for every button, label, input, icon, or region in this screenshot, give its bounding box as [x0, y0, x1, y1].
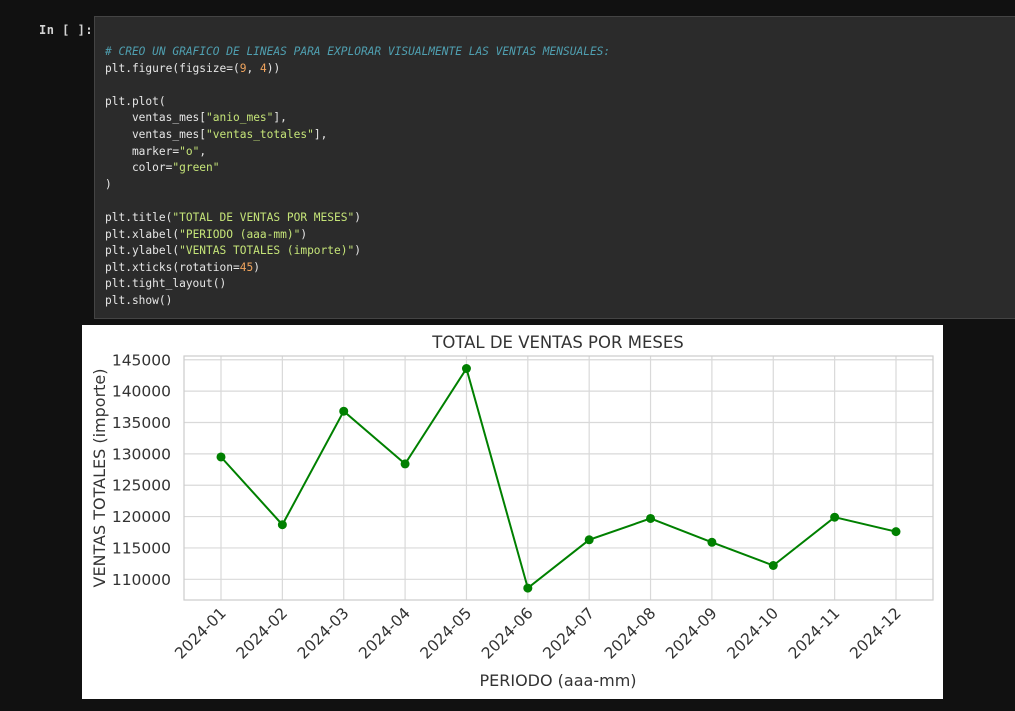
code-token: color=	[105, 161, 173, 175]
x-tick-label: 2024-02	[233, 604, 292, 663]
code-token: plt.xticks(rotation=	[105, 260, 240, 274]
cell-output: 110000 115000 120000 125000 130000 135000 1400…	[82, 325, 943, 699]
code-line: plt.plot(	[105, 94, 610, 111]
code-line: ventas_mes["anio_mes"],	[105, 110, 610, 127]
code-line: plt.xticks(rotation=45)	[105, 260, 610, 277]
y-tick-label: 115000	[112, 539, 171, 557]
x-axis-label: PERIODO (aaa-mm)	[479, 671, 636, 690]
code-line: plt.show()	[105, 293, 610, 310]
y-tick-label: 130000	[112, 445, 171, 463]
y-axis-label: VENTAS TOTALES (importe)	[90, 368, 109, 587]
x-tick-label: 2024-12	[846, 604, 905, 663]
y-tick-label: 110000	[112, 571, 171, 589]
x-tick-label: 2024-11	[785, 604, 844, 663]
x-tick-label: 2024-07	[539, 604, 598, 663]
code-line: plt.title("TOTAL DE VENTAS POR MESES")	[105, 210, 610, 227]
code-string: "VENTAS TOTALES (importe)"	[179, 244, 355, 258]
data-point	[768, 561, 778, 571]
code-line: plt.figure(figsize=(9, 4))	[105, 61, 610, 78]
x-tick-label: 2024-05	[417, 604, 476, 663]
y-tick-label: 140000	[112, 383, 171, 401]
data-point	[277, 520, 287, 530]
code-editor[interactable]: # CREO UN GRAFICO DE LINEAS PARA EXPLORA…	[94, 16, 1015, 319]
data-point	[584, 535, 594, 545]
code-token: )	[354, 244, 361, 258]
series-line	[220, 366, 897, 590]
code-token: plt.xlabel(	[105, 227, 180, 241]
code-number: 45	[239, 260, 254, 274]
code-token: plt.figure(figsize=(	[105, 61, 240, 75]
x-tick-label: 2024-03	[294, 604, 353, 663]
line-chart: 110000 115000 120000 125000 130000 135000 1400…	[90, 333, 934, 690]
code-token: ,	[246, 61, 260, 75]
code-string: "green"	[172, 161, 220, 175]
data-point	[400, 459, 410, 469]
code-token: ,	[199, 144, 207, 158]
code-content[interactable]: # CREO UN GRAFICO DE LINEAS PARA EXPLORA…	[105, 44, 610, 310]
data-point	[707, 537, 717, 547]
data-point	[830, 512, 840, 522]
code-token: )	[253, 260, 260, 274]
x-tick-label: 2024-08	[601, 604, 660, 663]
code-line: plt.xlabel("PERIODO (aaa-mm)")	[105, 227, 610, 244]
x-tick-label: 2024-06	[478, 604, 537, 663]
code-token: plt.ylabel(	[105, 244, 180, 258]
code-string: "o"	[179, 144, 200, 158]
code-token: ventas_mes[	[105, 111, 207, 125]
code-token: )	[354, 210, 361, 224]
data-point	[891, 527, 901, 537]
code-line: # CREO UN GRAFICO DE LINEAS PARA EXPLORA…	[105, 44, 610, 61]
code-string: "anio_mes"	[206, 111, 274, 125]
code-token: ],	[313, 127, 328, 141]
code-token: ],	[273, 111, 287, 125]
x-tick-label: 2024-04	[355, 604, 414, 663]
notebook-cell: In [ ]: # CREO UN GRAFICO DE LINEAS PARA…	[0, 0, 1015, 711]
code-number: 4	[259, 61, 267, 75]
x-tick-label: 2024-01	[171, 604, 230, 663]
code-token: ))	[266, 61, 281, 75]
data-point	[461, 364, 471, 374]
code-token: plt.show()	[105, 293, 173, 307]
code-line: ventas_mes["ventas_totales"],	[105, 127, 610, 144]
code-string: "ventas_totales"	[206, 127, 314, 141]
y-tick-label: 145000	[112, 351, 171, 369]
data-point	[339, 406, 349, 416]
code-token: ventas_mes[	[105, 127, 207, 141]
code-line: plt.tight_layout()	[105, 276, 610, 293]
code-token: plt.tight_layout()	[105, 277, 227, 291]
y-tick-label: 125000	[112, 477, 171, 495]
code-token: marker=	[105, 144, 180, 158]
code-token: )	[300, 227, 308, 241]
x-tick-label: 2024-09	[662, 604, 721, 663]
code-token: )	[105, 177, 112, 191]
cell-prompt: In [ ]:	[39, 23, 94, 37]
data-point	[646, 513, 656, 523]
data-point	[216, 452, 226, 462]
code-token: plt.title(	[105, 210, 173, 224]
code-line: )	[105, 177, 610, 194]
chart-title: TOTAL DE VENTAS POR MESES	[431, 333, 684, 352]
code-line: color="green"	[105, 160, 610, 177]
code-comment: # CREO UN GRAFICO DE LINEAS PARA EXPLORA…	[105, 45, 611, 58]
code-line: plt.ylabel("VENTAS TOTALES (importe)")	[105, 243, 610, 260]
data-point	[523, 583, 533, 593]
code-string: "TOTAL DE VENTAS POR MESES"	[172, 210, 355, 224]
code-string: "PERIODO (aaa-mm)"	[179, 227, 301, 241]
x-tick-label: 2024-10	[724, 604, 783, 663]
code-line: marker="o",	[105, 144, 610, 161]
y-tick-label: 120000	[112, 508, 171, 526]
y-tick-label: 135000	[112, 414, 171, 432]
code-token: plt.plot(	[105, 94, 166, 108]
